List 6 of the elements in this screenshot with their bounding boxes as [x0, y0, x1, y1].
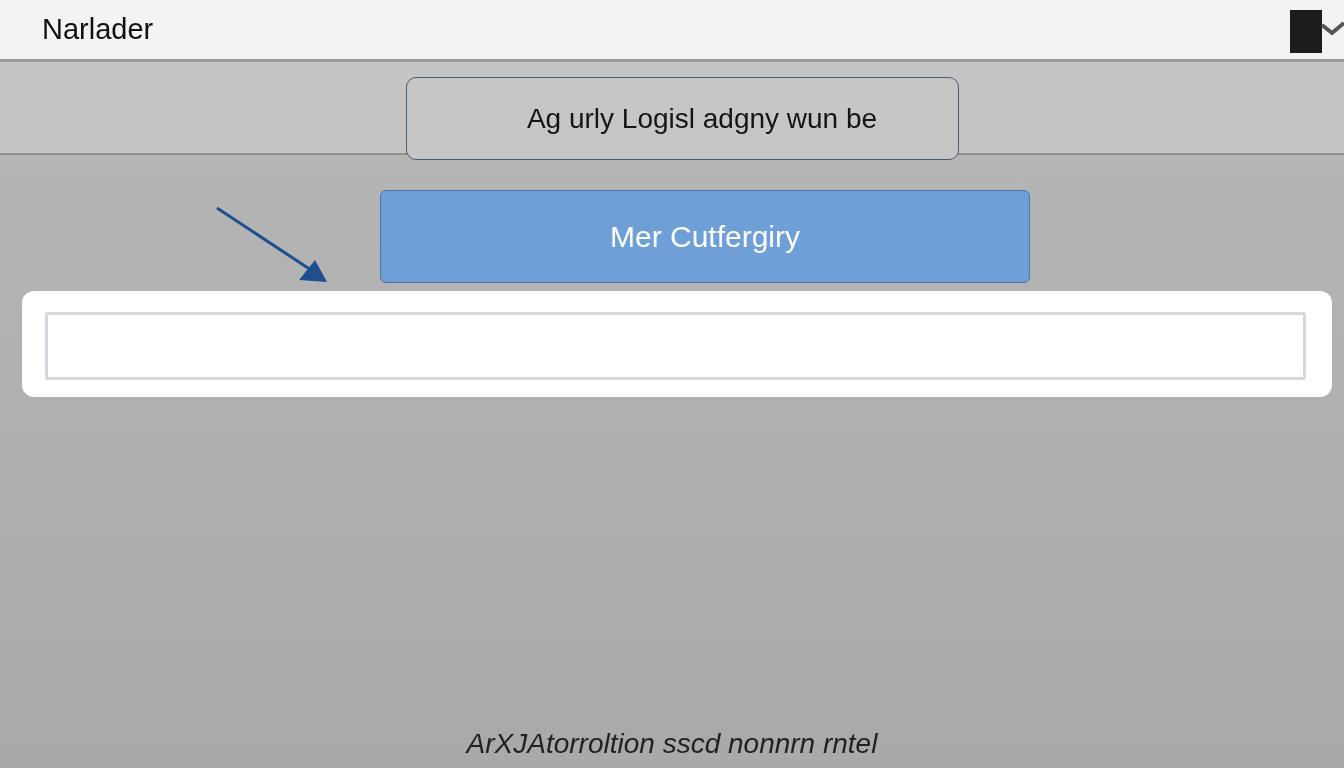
header-label: Ag urly Logisl adgny wun be — [405, 77, 959, 160]
input-field[interactable] — [45, 312, 1306, 380]
arrow-icon — [215, 206, 329, 284]
window-title: Narlader — [42, 13, 154, 46]
primary-button[interactable]: Mer Cutfergiry — [380, 190, 1030, 283]
footer-text: ArXJAtorroltion sscd nonnrn rntel — [466, 728, 878, 760]
